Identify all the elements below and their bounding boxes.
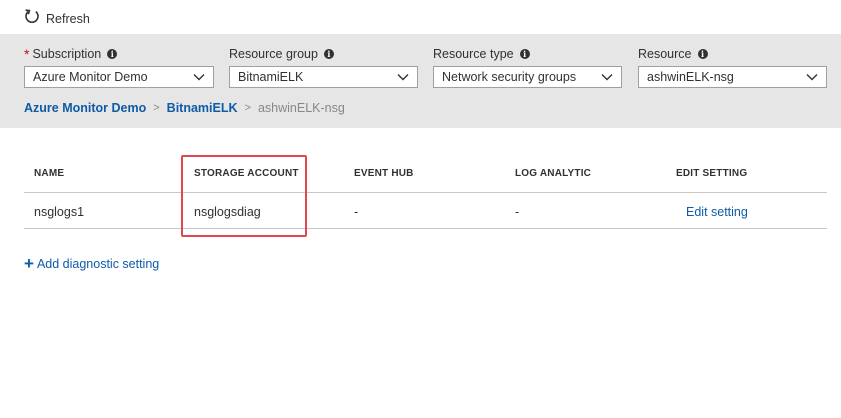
column-header-name: NAME <box>34 168 65 179</box>
resource-group-filter: Resource group i BitnamiELK <box>229 45 418 88</box>
breadcrumb: Azure Monitor Demo > BitnamiELK > ashwin… <box>24 101 345 115</box>
resource-group-value: BitnamiELK <box>238 70 304 84</box>
subscription-filter: * Subscription i Azure Monitor Demo <box>24 45 214 88</box>
resource-type-value: Network security groups <box>442 70 577 84</box>
column-header-edit-setting: EDIT SETTING <box>676 168 748 179</box>
column-header-log-analytic: LOG ANALYTIC <box>515 168 592 179</box>
info-icon[interactable]: i <box>697 49 708 59</box>
row-divider <box>24 228 827 229</box>
add-diagnostic-setting-button[interactable]: + Add diagnostic setting <box>24 254 160 273</box>
resource-type-label-text: Resource type <box>433 47 514 61</box>
resource-type-filter: Resource type i Network security groups <box>433 45 622 88</box>
cell-event-hub: - <box>354 205 359 219</box>
resource-group-dropdown[interactable]: BitnamiELK <box>229 66 418 88</box>
subscription-dropdown[interactable]: Azure Monitor Demo <box>24 66 214 88</box>
command-bar: Refresh <box>0 0 841 34</box>
add-diagnostic-setting-label: Add diagnostic setting <box>36 257 160 271</box>
column-header-event-hub: EVENT HUB <box>354 168 414 179</box>
breadcrumb-item-current: ashwinELK-nsg <box>257 101 345 115</box>
refresh-icon <box>24 8 40 30</box>
subscription-label: * Subscription i <box>24 45 214 63</box>
storage-account-highlight-box <box>181 155 307 237</box>
cell-log-analytic: - <box>515 205 520 219</box>
resource-filter: Resource i ashwinELK-nsg <box>638 45 827 88</box>
refresh-button[interactable]: Refresh <box>24 8 90 30</box>
header-divider <box>24 192 827 193</box>
filter-panel: * Subscription i Azure Monitor Demo Reso… <box>0 34 841 128</box>
chevron-right-icon: > <box>244 102 251 114</box>
edit-setting-link[interactable]: Edit setting <box>686 205 748 219</box>
required-mark: * <box>24 46 30 62</box>
plus-icon: + <box>24 254 34 273</box>
chevron-right-icon: > <box>153 102 160 114</box>
chevron-down-icon <box>397 68 409 86</box>
subscription-label-text: Subscription <box>32 47 102 61</box>
cell-name: nsglogs1 <box>34 205 85 219</box>
subscription-value: Azure Monitor Demo <box>33 70 148 84</box>
chevron-down-icon <box>601 68 613 86</box>
resource-group-label: Resource group i <box>229 45 418 63</box>
resource-label-text: Resource <box>638 47 692 61</box>
info-icon[interactable]: i <box>107 49 118 59</box>
breadcrumb-item-resource-group[interactable]: BitnamiELK <box>167 101 238 115</box>
resource-group-label-text: Resource group <box>229 47 318 61</box>
chevron-down-icon <box>193 68 205 86</box>
info-icon[interactable]: i <box>323 49 334 59</box>
breadcrumb-item-subscription[interactable]: Azure Monitor Demo <box>24 101 146 115</box>
info-icon[interactable]: i <box>519 49 530 59</box>
resource-value: ashwinELK-nsg <box>647 70 734 84</box>
resource-label: Resource i <box>638 45 827 63</box>
resource-dropdown[interactable]: ashwinELK-nsg <box>638 66 827 88</box>
refresh-label: Refresh <box>46 12 90 26</box>
resource-type-dropdown[interactable]: Network security groups <box>433 66 622 88</box>
resource-type-label: Resource type i <box>433 45 622 63</box>
chevron-down-icon <box>806 68 818 86</box>
